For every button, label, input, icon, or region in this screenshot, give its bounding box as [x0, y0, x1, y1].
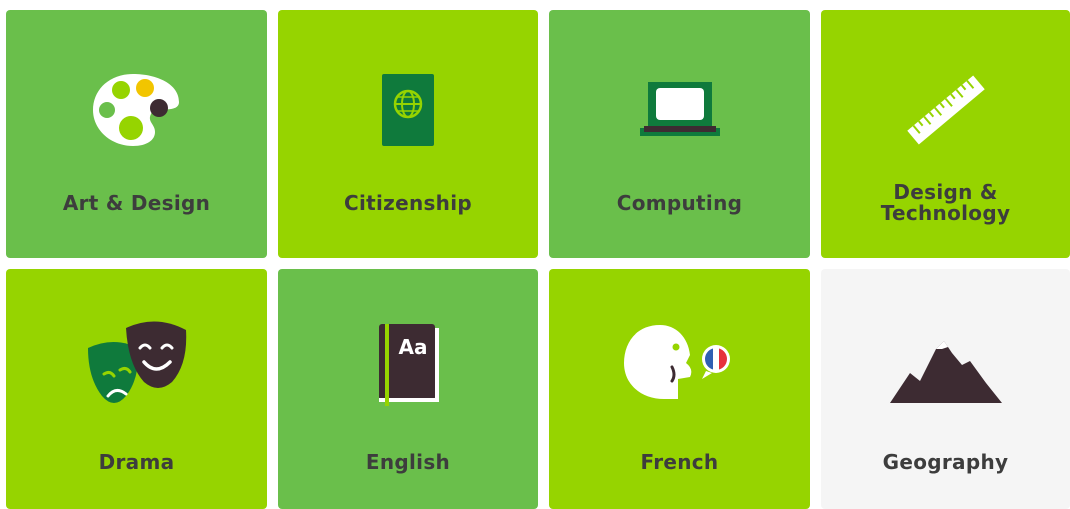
subject-tile-drama[interactable]: Drama	[6, 269, 267, 509]
subject-tile-geography[interactable]: Geography	[821, 269, 1070, 509]
subject-tile-citizenship[interactable]: Citizenship	[278, 10, 538, 258]
subject-tile-art-design[interactable]: Art & Design	[6, 10, 267, 258]
theatre-masks-icon	[6, 309, 267, 419]
subject-label: Computing	[616, 191, 743, 215]
subject-label: Citizenship	[343, 191, 472, 215]
laptop-icon	[549, 55, 810, 165]
subject-tile-computing[interactable]: Computing	[549, 10, 810, 258]
book-label: Aa	[399, 335, 428, 359]
palette-icon	[6, 55, 267, 165]
subject-label: French	[640, 450, 719, 474]
subject-label: Geography	[882, 450, 1009, 474]
subject-label: Design & Technology	[880, 180, 1011, 225]
subject-label: Drama	[98, 450, 175, 474]
subject-label: English	[365, 450, 451, 474]
subject-label: Art & Design	[62, 191, 211, 215]
subject-tile-design-technology[interactable]: Design & Technology	[821, 10, 1070, 258]
subject-tile-english[interactable]: Aa English	[278, 269, 538, 509]
subject-grid: Art & Design Citizenship Computing Desig…	[0, 0, 1070, 509]
book-icon: Aa	[278, 309, 538, 419]
ruler-icon	[821, 55, 1070, 165]
mountain-icon	[821, 309, 1070, 419]
french-speaker-icon	[549, 309, 810, 419]
subject-tile-french[interactable]: French	[549, 269, 810, 509]
passport-icon	[278, 55, 538, 165]
